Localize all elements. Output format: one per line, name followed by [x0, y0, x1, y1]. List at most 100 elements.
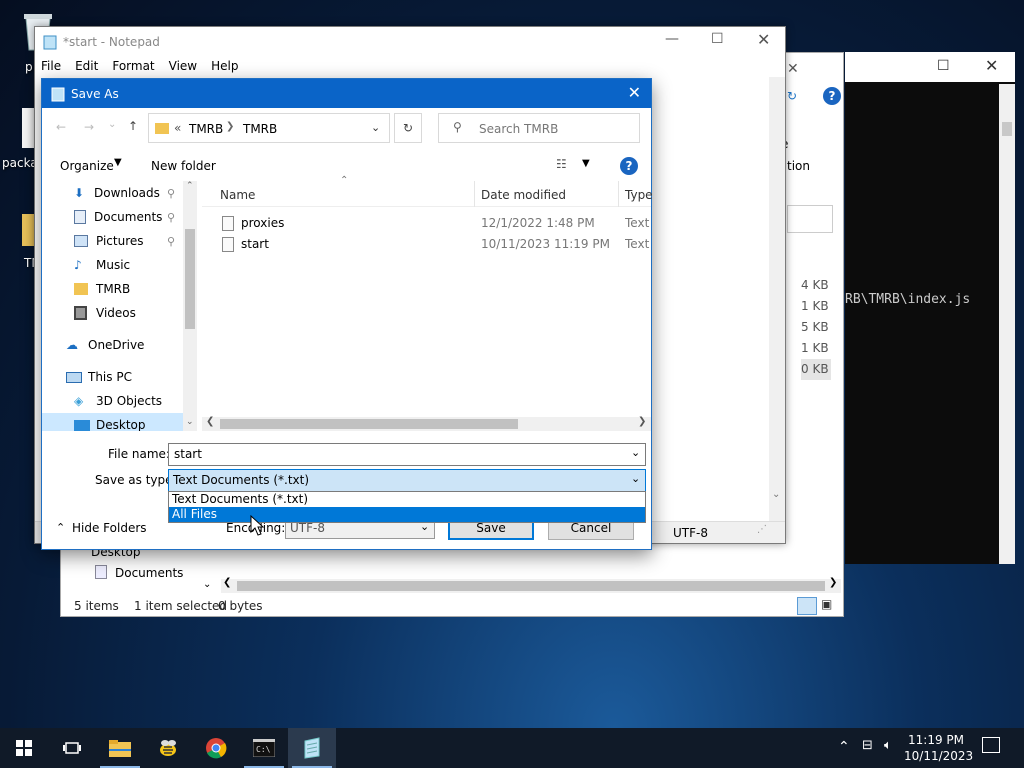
table-row[interactable]: proxies 12/1/2022 1:48 PM Text D [202, 213, 651, 234]
large-icons-view-icon[interactable]: ▣ [821, 597, 839, 615]
notepad-vertical-scrollbar[interactable]: ⌄ [769, 77, 785, 521]
menu-view[interactable]: View [169, 59, 197, 73]
column-name[interactable]: Name [220, 188, 255, 202]
file-name: start [241, 237, 269, 251]
chevron-down-icon[interactable]: ⌄ [631, 446, 640, 459]
nav-item-downloads[interactable]: ⬇ Downloads ⚲ [42, 181, 197, 205]
menu-file[interactable]: File [41, 59, 61, 73]
dialog-titlebar[interactable]: Save As ✕ [42, 79, 651, 108]
package-desktop-icon[interactable]: packa [2, 108, 38, 170]
menu-help[interactable]: Help [211, 59, 238, 73]
recent-dropdown-icon[interactable]: ⌄ [108, 119, 116, 130]
console-scrollbar[interactable] [999, 84, 1015, 564]
scroll-up-icon[interactable]: ⌃ [186, 181, 194, 191]
clock[interactable]: 11:19 PM 10/11/2023 [904, 732, 973, 764]
chevron-down-icon[interactable]: ⌄ [371, 121, 380, 134]
savetype-select[interactable]: Text Documents (*.txt) ⌄ [168, 469, 646, 492]
organize-button[interactable]: Organize [60, 159, 114, 173]
table-row[interactable]: start 10/11/2023 11:19 PM Text D [202, 234, 651, 255]
breadcrumb[interactable]: « TMRB ❯ TMRB ⌄ [148, 113, 390, 143]
menu-format[interactable]: Format [112, 59, 154, 73]
maximize-icon[interactable]: ☐ [711, 31, 724, 47]
file-list[interactable]: ⌃ Name Date modified Type proxies 12/1/2… [202, 175, 653, 431]
breadcrumb-overflow[interactable]: « [174, 121, 181, 135]
notifications-icon[interactable] [982, 737, 1000, 753]
scroll-down-icon[interactable]: ⌄ [772, 489, 780, 500]
file-explorer-button[interactable] [96, 728, 144, 768]
breadcrumb-part[interactable]: TMRB [189, 122, 223, 136]
console-titlebar[interactable]: ☐ ✕ [845, 52, 1015, 82]
chevron-up-icon[interactable]: ⌃ [56, 521, 65, 534]
nav-item-pictures[interactable]: Pictures ⚲ [42, 229, 197, 253]
search-box-fragment[interactable] [787, 205, 833, 233]
chevron-down-icon[interactable]: ⌄ [631, 472, 640, 485]
help-icon[interactable]: ? [620, 157, 638, 175]
volume-muted-icon[interactable]: 🔈︎ [884, 738, 892, 753]
scroll-right-icon[interactable]: ❯ [638, 416, 646, 427]
filename-field[interactable]: start ⌄ [168, 443, 646, 466]
notepad-titlebar[interactable]: *start - Notepad — ☐ ✕ [35, 27, 785, 57]
nav-partial-item[interactable]: Documents [115, 566, 183, 580]
nav-item-documents[interactable]: Documents ⚲ [42, 205, 197, 229]
size-column: 4 KB 1 KB 5 KB 1 KB 0 KB [801, 275, 831, 380]
task-view-button[interactable] [48, 728, 96, 768]
file-name: proxies [241, 216, 285, 230]
minimize-icon[interactable]: — [665, 31, 679, 47]
column-date[interactable]: Date modified [481, 188, 566, 202]
close-icon[interactable]: ✕ [757, 30, 770, 49]
column-type[interactable]: Type [625, 188, 653, 202]
close-icon[interactable]: ✕ [787, 61, 799, 77]
console-window[interactable]: ☐ ✕ RB\TMRB\index.js [845, 52, 1015, 564]
refresh-icon[interactable]: ↻ [394, 113, 422, 143]
new-folder-button[interactable]: New folder [151, 159, 216, 173]
dropdown-option-selected[interactable]: All Files [169, 507, 645, 522]
nav-item-this-pc[interactable]: This PC [42, 365, 197, 389]
help-icon[interactable]: ? [823, 87, 841, 105]
terminal-button[interactable]: C:\ [240, 728, 288, 768]
view-options-icon[interactable]: ☷ [556, 157, 567, 171]
dropdown-option[interactable]: Text Documents (*.txt) [169, 492, 645, 507]
savetype-dropdown[interactable]: Text Documents (*.txt) All Files [168, 491, 646, 523]
bee-app-button[interactable] [144, 728, 192, 768]
nav-item-desktop[interactable]: Desktop [42, 413, 197, 431]
maximize-icon[interactable]: ☐ [937, 58, 950, 74]
scroll-down-icon[interactable]: ⌄ [186, 417, 194, 427]
scroll-left-icon[interactable]: ❮ [206, 416, 214, 427]
scroll-down-icon[interactable]: ⌄ [203, 579, 211, 590]
scroll-right-icon[interactable]: ❯ [829, 577, 837, 588]
nav-item-label: Desktop [96, 418, 146, 431]
up-icon[interactable]: ↑ [128, 119, 138, 133]
resize-grip-icon[interactable]: ⋰ [757, 524, 767, 535]
breadcrumb-part[interactable]: TMRB [243, 122, 277, 136]
back-icon[interactable]: ← [56, 120, 66, 134]
close-icon[interactable]: ✕ [985, 56, 998, 75]
scroll-left-icon[interactable]: ❮ [223, 577, 231, 588]
chrome-button[interactable] [192, 728, 240, 768]
start-button[interactable] [0, 728, 48, 768]
hide-folders-button[interactable]: Hide Folders [72, 521, 147, 535]
close-icon[interactable]: ✕ [628, 83, 641, 102]
task-view-icon [63, 742, 81, 754]
status-bytes: 0 bytes [218, 599, 263, 613]
search-input[interactable]: ⚲ Search TMRB [438, 113, 640, 143]
navigation-pane[interactable]: ⬇ Downloads ⚲ Documents ⚲ Pictures ⚲ ♪ M… [42, 181, 197, 431]
details-view-icon[interactable] [797, 597, 817, 615]
nav-item-3d-objects[interactable]: ◈ 3D Objects [42, 389, 197, 413]
menu-edit[interactable]: Edit [75, 59, 98, 73]
nav-item-onedrive[interactable]: ☁ OneDrive [42, 333, 197, 357]
nav-scrollbar[interactable]: ⌃ ⌄ [183, 181, 197, 431]
network-icon[interactable]: ⊟ [862, 738, 873, 753]
chevron-down-icon[interactable]: ▼ [582, 158, 590, 169]
file-list-hscrollbar[interactable]: ❮ ❯ [202, 416, 651, 431]
nav-item-tmrb[interactable]: TMRB [42, 277, 197, 301]
horizontal-scrollbar[interactable]: ❮ ❯ [221, 577, 841, 593]
forward-icon[interactable]: → [84, 120, 94, 134]
nav-item-music[interactable]: ♪ Music [42, 253, 197, 277]
tray-overflow-icon[interactable]: ⌃ [838, 739, 850, 755]
notepad-button[interactable] [288, 728, 336, 768]
folder-icon [155, 123, 169, 134]
save-as-dialog[interactable]: Save As ✕ ← → ⌄ ↑ « TMRB ❯ TMRB ⌄ ↻ ⚲ Se… [41, 78, 653, 550]
chevron-down-icon[interactable]: ▼ [114, 157, 122, 168]
nav-item-videos[interactable]: Videos [42, 301, 197, 325]
encoding-value: UTF-8 [290, 521, 325, 535]
